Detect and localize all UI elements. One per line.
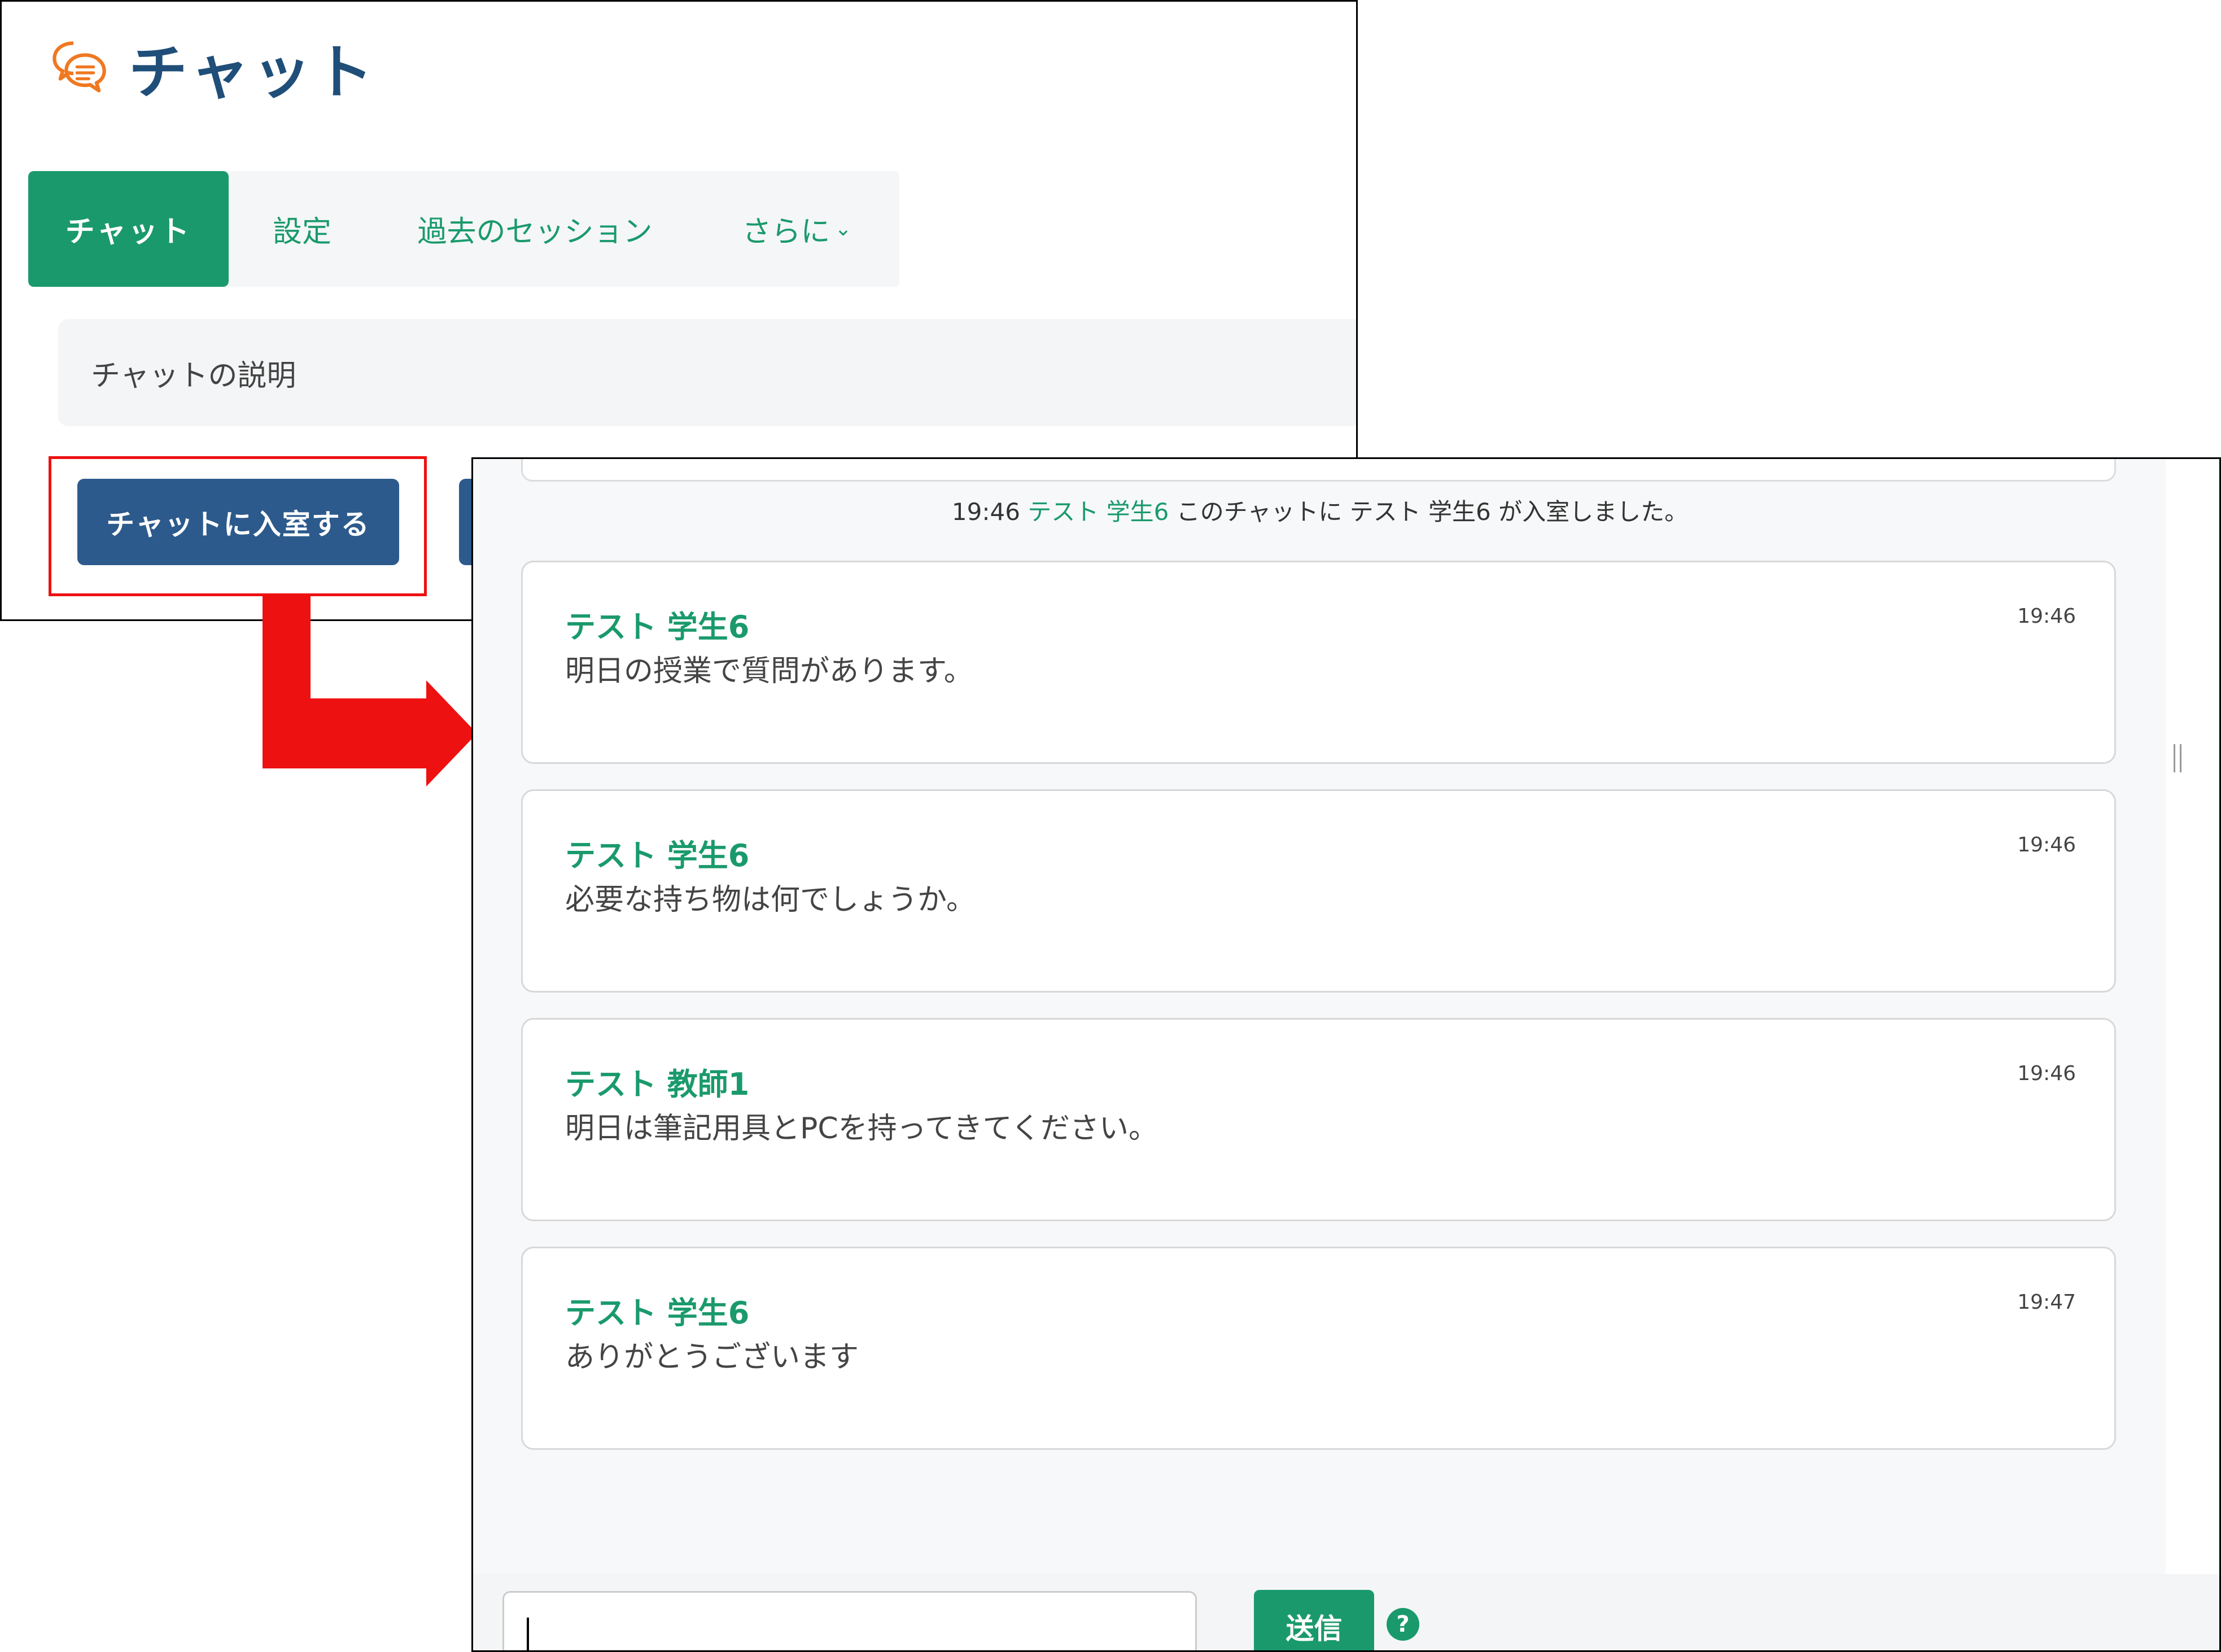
chat-bubbles-icon bbox=[53, 41, 106, 93]
message-input[interactable] bbox=[502, 1591, 1197, 1650]
message-card: テスト 学生6 19:47 ありがとうございます bbox=[521, 1247, 2116, 1450]
message-text: 明日の授業で質問があります。 bbox=[565, 654, 973, 688]
message-text: ありがとうございます bbox=[565, 1340, 859, 1374]
message-list[interactable]: 19:46 テスト 学生6 このチャットに テスト 学生6 が入室しました。 テ… bbox=[473, 459, 2166, 1574]
message-author: テスト 教師1 bbox=[565, 1067, 750, 1102]
tab-label: 設定 bbox=[272, 215, 331, 249]
help-icon[interactable]: ? bbox=[1387, 1608, 1419, 1641]
tab-settings[interactable]: 設定 bbox=[229, 171, 375, 287]
flow-arrow-icon bbox=[263, 596, 477, 786]
message-author: テスト 学生6 bbox=[565, 838, 750, 873]
tab-label: 過去のセッション bbox=[417, 215, 653, 249]
tab-label: さらに bbox=[742, 215, 830, 249]
text-caret bbox=[527, 1618, 529, 1650]
message-text: 必要な持ち物は何でしょうか。 bbox=[565, 883, 976, 917]
message-card: テスト 教師1 19:46 明日は筆記用具とPCを持ってきてください。 bbox=[521, 1018, 2116, 1221]
message-card: テスト 学生6 19:46 明日の授業で質問があります。 bbox=[521, 561, 2116, 764]
message-time: 19:46 bbox=[2017, 605, 2076, 628]
tab-label: チャット bbox=[65, 215, 192, 249]
page-header: チャット bbox=[50, 33, 377, 107]
chevron-down-icon: ⌄ bbox=[834, 217, 852, 241]
tab-more[interactable]: さらに ⌄ bbox=[694, 171, 899, 287]
message-text: 明日は筆記用具とPCを持ってきてください。 bbox=[565, 1112, 1158, 1146]
message-time: 19:46 bbox=[2017, 1062, 2076, 1085]
system-user-name: テスト 学生6 bbox=[1028, 498, 1169, 526]
tab-past-sessions[interactable]: 過去のセッション bbox=[375, 171, 694, 287]
previous-message-card bbox=[521, 459, 2116, 482]
chat-description: チャットの説明 bbox=[58, 319, 1356, 426]
message-card: テスト 学生6 19:46 必要な持ち物は何でしょうか。 bbox=[521, 789, 2116, 993]
page-title: チャット bbox=[129, 37, 377, 107]
message-author: テスト 学生6 bbox=[565, 1295, 750, 1331]
send-button[interactable]: 送信 bbox=[1254, 1590, 1374, 1650]
message-author: テスト 学生6 bbox=[565, 609, 750, 645]
system-time: 19:46 bbox=[951, 498, 1020, 526]
system-text: このチャットに テスト 学生6 が入室しました。 bbox=[1176, 498, 1689, 526]
chat-window: 19:46 テスト 学生6 このチャットに テスト 学生6 が入室しました。 テ… bbox=[471, 457, 2221, 1652]
system-message: 19:46 テスト 学生6 このチャットに テスト 学生6 が入室しました。 bbox=[473, 493, 2167, 527]
activity-tabs: チャット 設定 過去のセッション さらに ⌄ bbox=[28, 171, 899, 287]
highlight-annotation bbox=[49, 456, 427, 596]
tab-chat[interactable]: チャット bbox=[28, 171, 229, 287]
message-time: 19:46 bbox=[2017, 833, 2076, 856]
resize-handle[interactable] bbox=[2174, 744, 2181, 772]
message-time: 19:47 bbox=[2017, 1291, 2076, 1314]
